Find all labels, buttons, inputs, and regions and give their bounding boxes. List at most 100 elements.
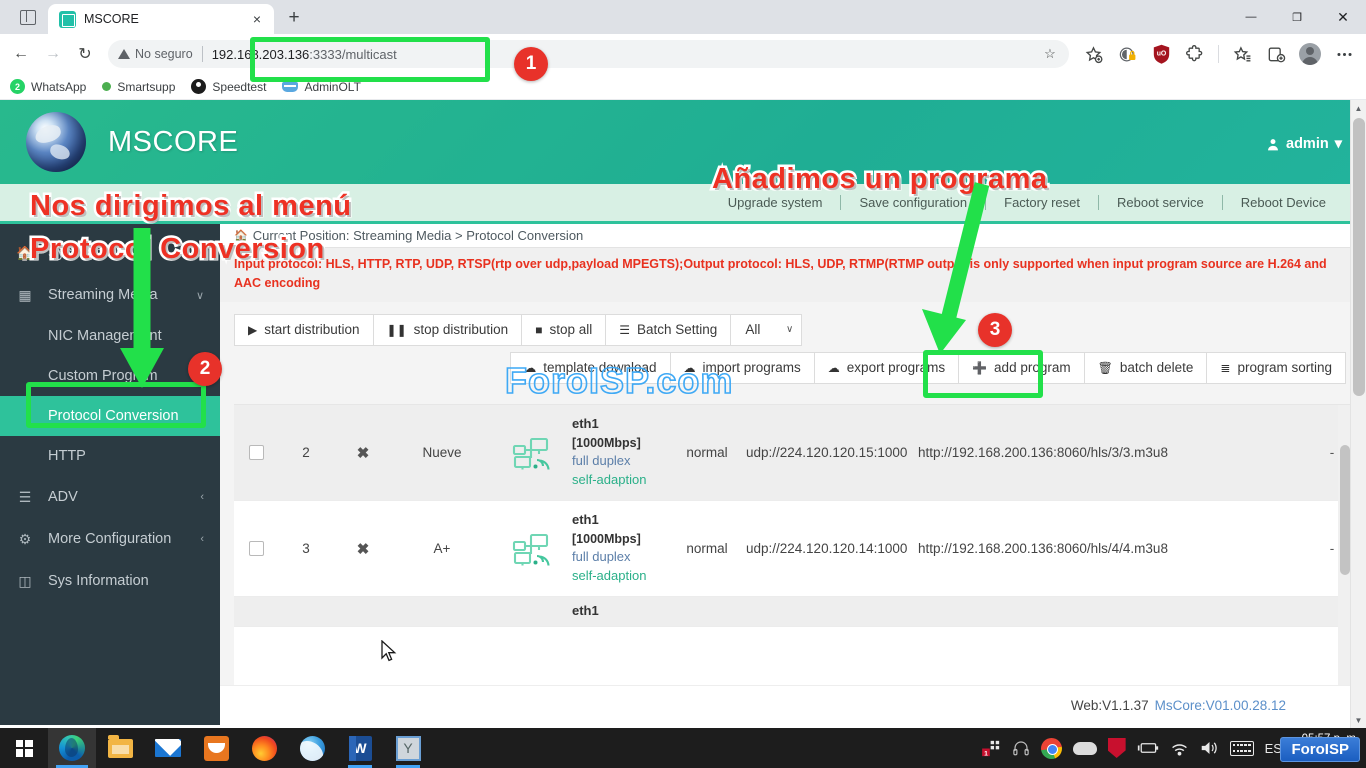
word-icon: W [349,736,372,761]
favorites-icon[interactable] [1226,39,1258,69]
collections-icon[interactable] [1077,39,1109,69]
page-scrollbar[interactable]: ▲ ▼ [1350,100,1366,728]
mcafee-icon[interactable] [1108,738,1126,758]
action-reboot-service[interactable]: Reboot service [1099,195,1222,210]
privacy-lock-icon[interactable] [1111,39,1143,69]
tab-actions-icon[interactable] [1260,39,1292,69]
taskbar-app-mail[interactable] [144,728,192,768]
step-badge-1: 1 [514,47,548,81]
taskbar-app-firefox[interactable] [240,728,288,768]
security-warning[interactable]: No seguro [118,47,193,61]
wifi-icon[interactable] [1170,741,1189,756]
tab-strip: MSCORE × + — ❐ ✕ [0,0,1366,34]
export-programs-button[interactable]: ☁ export programs [814,352,959,384]
volume-icon[interactable] [1200,740,1219,756]
taskbar-app-edge[interactable] [48,728,96,768]
warning-triangle-icon [118,49,130,59]
browser-tab-mscore[interactable]: MSCORE × [48,4,274,34]
bookmark-adminolt[interactable]: AdminOLT [282,80,360,94]
sidebar-item-protocol-conversion[interactable]: Protocol Conversion [0,396,220,436]
bookmark-speedtest[interactable]: Speedtest [191,79,266,94]
ublock-origin-icon[interactable]: uO [1145,39,1177,69]
extensions-icon[interactable] [1179,39,1211,69]
sidebar-item-more-configuration[interactable]: ⚙ More Configuration ‹ [0,518,220,560]
chevron-left-icon: ‹ [200,533,204,545]
notification-badge-icon[interactable]: 1 [982,740,1001,757]
firefox-icon [252,736,277,761]
user-menu[interactable]: admin ▾ [1266,136,1342,152]
sidebar-item-http[interactable]: HTTP [0,436,220,476]
breadcrumb: 🏠 Current Position: Streaming Media > Pr… [220,224,1366,248]
filter-select[interactable]: All ∨ [730,314,802,346]
bookmark-star-icon[interactable]: ☆ [1037,41,1063,67]
bookmark-smartsupp[interactable]: Smartsupp [102,80,175,94]
sort-list-icon: ≣ [1220,361,1230,375]
annotation-text-line2: Protocol Conversion [30,233,325,266]
sidebar-item-nic-management[interactable]: NIC Management [0,316,220,356]
program-sorting-button[interactable]: ≣ program sorting [1206,352,1346,384]
action-factory-reset[interactable]: Factory reset [986,195,1098,210]
row-checkbox[interactable] [249,541,264,556]
forward-icon[interactable]: → [38,39,68,69]
chrome-icon[interactable] [1041,738,1062,759]
row-checkbox-cell [234,445,278,460]
tab-search-icon[interactable] [8,0,48,34]
row-program-name: Nueve [392,445,492,460]
filter-select-value: All [745,322,760,337]
sidebar-item-custom-program[interactable]: Custom Program [0,356,220,396]
back-icon[interactable]: ← [6,39,36,69]
add-program-button[interactable]: ➕ add program [958,352,1085,384]
table-row[interactable]: eth1 [234,597,1352,627]
sidebar-item-sys-information[interactable]: ◫ Sys Information [0,560,220,602]
watermark: ForoISP.com [505,360,733,402]
taskbar-app-word[interactable]: W [336,728,384,768]
stop-all-button[interactable]: ■ stop all [521,314,606,346]
taskbar-app-file-explorer[interactable] [96,728,144,768]
sidebar-item-label: Sys Information [48,573,149,589]
action-save-configuration[interactable]: Save configuration [841,195,985,210]
row-flag-icon[interactable]: ✖ [334,540,392,558]
batch-delete-button[interactable]: 🗑 batch delete [1084,352,1208,384]
bookmark-label: Speedtest [212,80,266,94]
hamburger-icon: ☰ [619,323,630,337]
taskbar-app-moon-browser[interactable] [288,728,336,768]
action-reboot-device[interactable]: Reboot Device [1223,195,1344,210]
table-row[interactable]: 2 ✖ Nueve [234,405,1352,501]
settings-more-icon[interactable] [1328,39,1360,69]
action-upgrade-system[interactable]: Upgrade system [710,195,841,210]
taskbar-app-winbox[interactable] [384,728,432,768]
keyboard-icon[interactable] [1230,741,1254,756]
profile-avatar-icon[interactable] [1294,39,1326,69]
start-distribution-button[interactable]: ▶ start distribution [234,314,374,346]
start-button[interactable] [0,728,48,768]
user-icon [1266,137,1280,152]
bookmark-whatsapp[interactable]: 2 WhatsApp [10,79,86,94]
new-tab-button[interactable]: + [280,4,308,32]
stop-distribution-button[interactable]: ❚❚ stop distribution [373,314,523,346]
onedrive-icon[interactable] [1073,742,1097,755]
speedtest-icon [191,79,206,94]
maximize-button[interactable]: ❐ [1274,0,1320,34]
address-bar[interactable]: No seguro 192.168.203.136:3333/multicast… [108,40,1069,68]
close-window-button[interactable]: ✕ [1320,0,1366,34]
scroll-down-arrow[interactable]: ▼ [1351,712,1366,728]
headset-icon[interactable] [1012,739,1030,757]
page-scrollbar-thumb[interactable] [1353,118,1365,396]
row-flag-icon[interactable]: ✖ [334,444,392,462]
row-checkbox[interactable] [249,445,264,460]
pause-icon: ❚❚ [387,323,407,337]
button-label: export programs [847,360,945,375]
winbox-icon [396,736,421,761]
toolbar-row-secondary: ☁ template download ☁ import programs ☁ … [234,352,1352,384]
table-row[interactable]: 3 ✖ A+ [234,501,1352,597]
scroll-up-arrow[interactable]: ▲ [1351,100,1366,116]
minimize-button[interactable]: — [1228,0,1274,34]
table-scrollbar-thumb[interactable] [1340,445,1350,575]
battery-icon[interactable] [1137,741,1159,755]
reload-icon[interactable]: ↻ [70,39,100,69]
batch-setting-button[interactable]: ☰ Batch Setting [605,314,731,346]
sidebar-item-adv[interactable]: ☰ ADV ‹ [0,476,220,518]
sidebar-item-streaming-media[interactable]: ▦ Streaming Media ∨ [0,274,220,316]
taskbar-app-thunderbird[interactable] [192,728,240,768]
close-icon[interactable]: × [248,10,266,28]
